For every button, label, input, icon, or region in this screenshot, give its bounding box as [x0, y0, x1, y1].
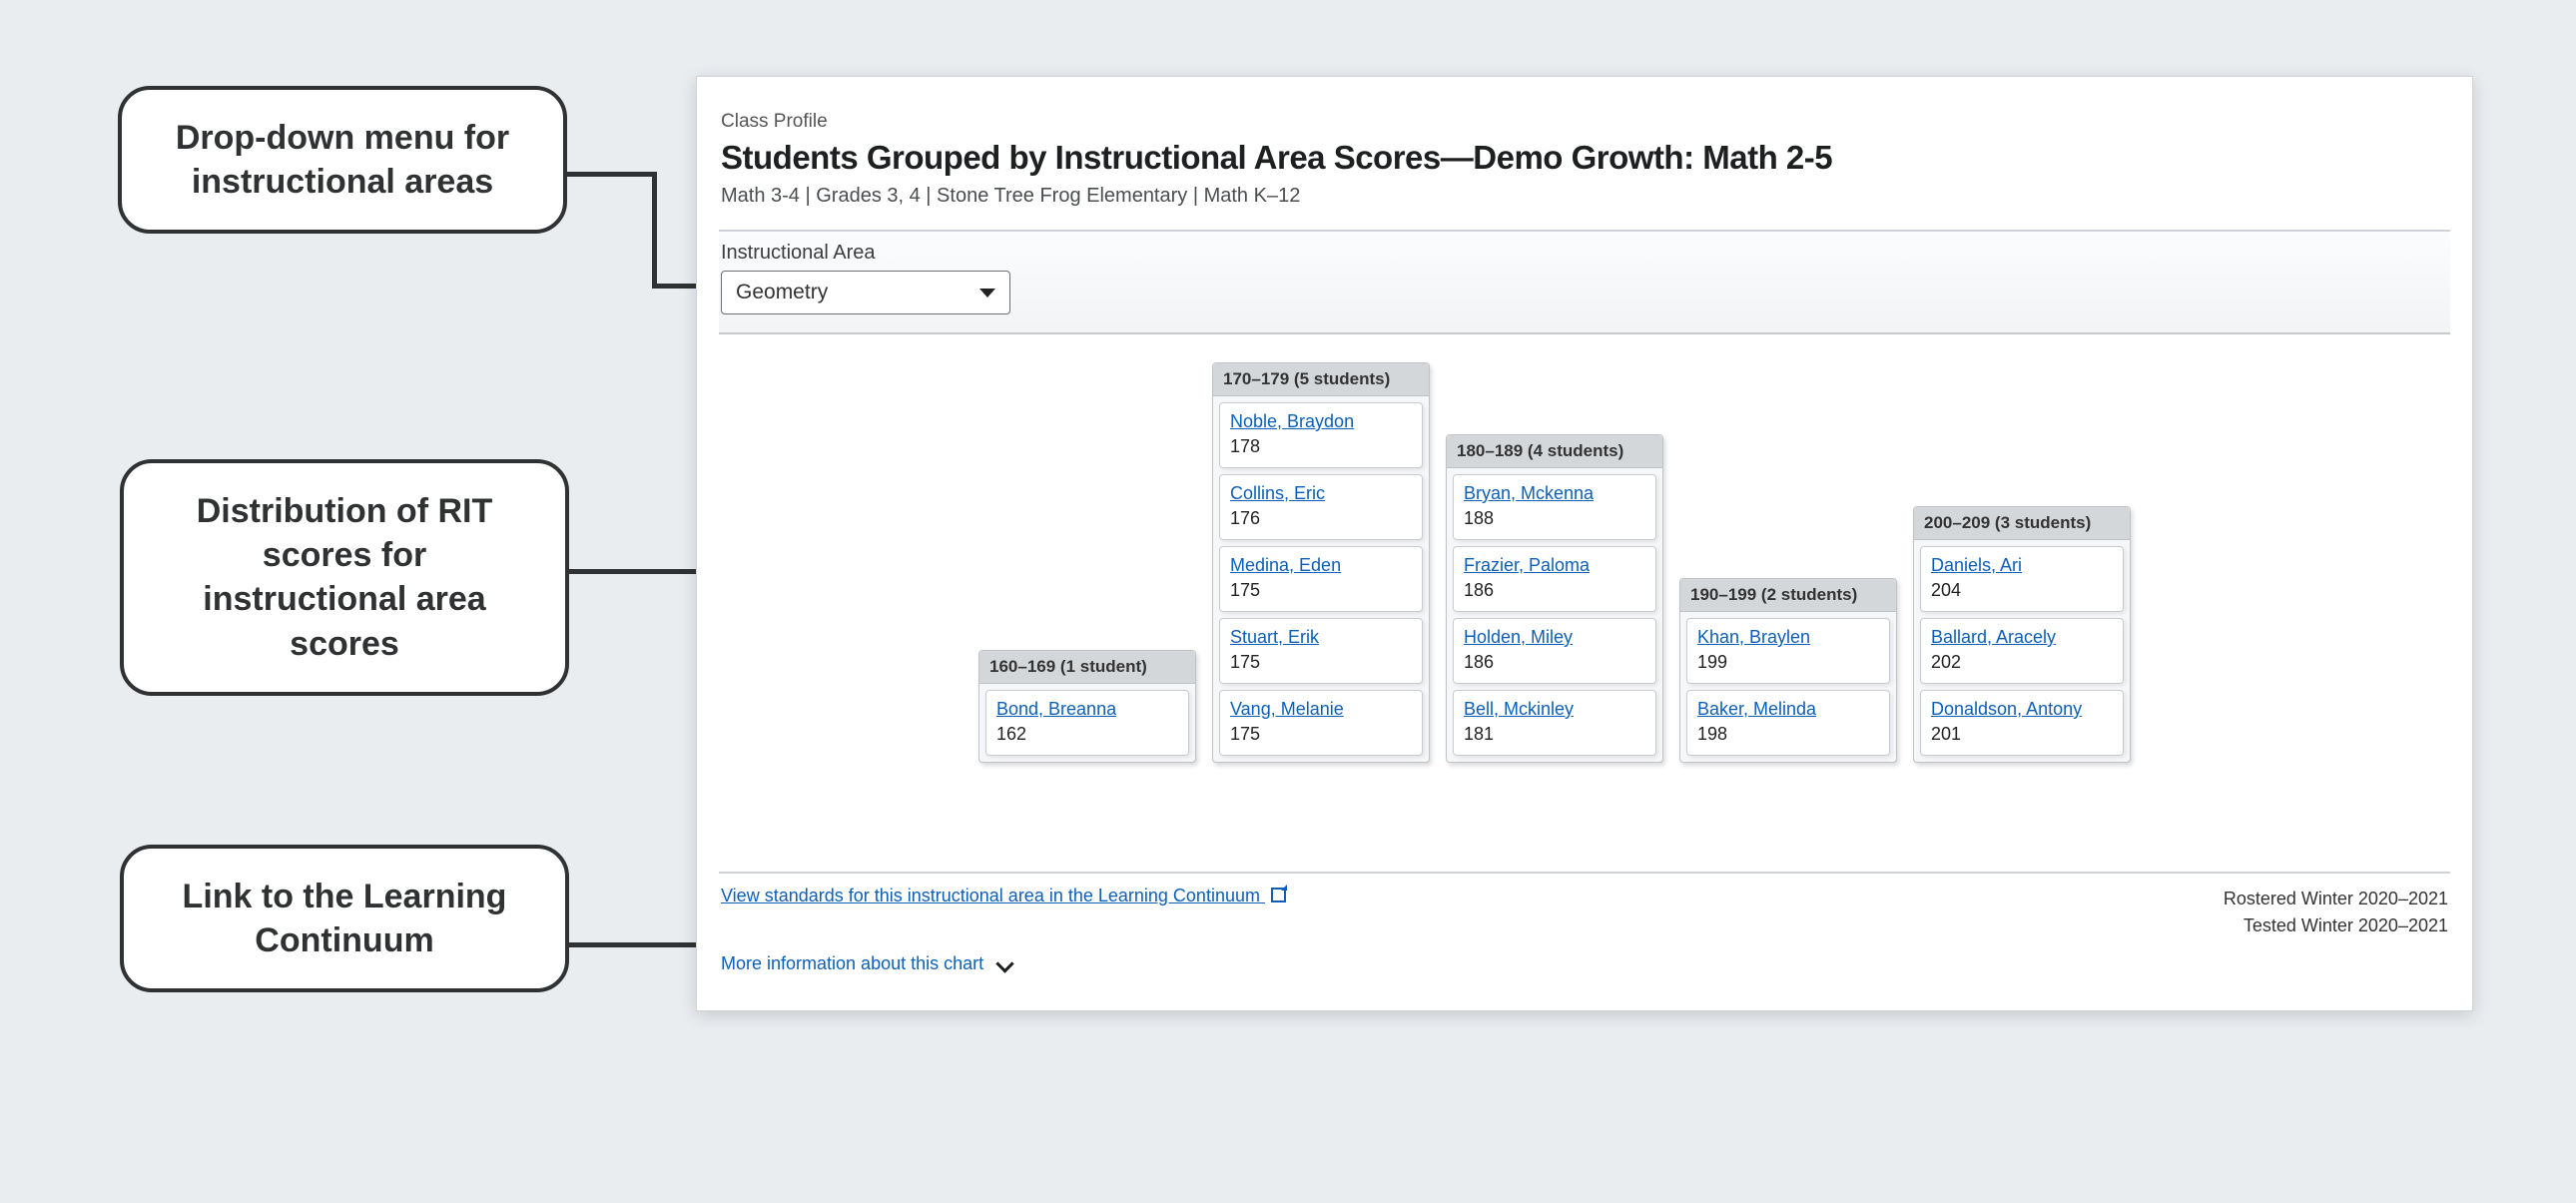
- score-band: 170–179 (5 students) Noble, Braydon 178 Col…: [1212, 362, 1430, 763]
- student-card: Holden, Miley 186: [1453, 618, 1656, 684]
- band-header: 180–189 (4 students): [1447, 435, 1662, 468]
- student-name-link[interactable]: Collins, Eric: [1230, 483, 1412, 504]
- chevron-down-icon: [995, 955, 1013, 973]
- student-score: 186: [1464, 580, 1645, 601]
- term-info: Rostered Winter 2020–2021 Tested Winter …: [2224, 886, 2448, 939]
- score-band: 200–209 (3 students) Daniels, Ari 204 Balla…: [1913, 506, 2131, 763]
- student-score: 186: [1464, 652, 1645, 673]
- student-name-link[interactable]: Khan, Braylen: [1697, 627, 1879, 648]
- instructional-area-bar: Instructional Area Geometry: [719, 230, 2450, 334]
- band-body: Bond, Breanna 162: [979, 684, 1195, 762]
- caret-down-icon: [979, 289, 995, 298]
- rit-distribution-chart: 160–169 (1 student) Bond, Breanna 162 170–1…: [719, 334, 2450, 874]
- more-info-label: More information about this chart: [721, 953, 983, 974]
- student-card: Bond, Breanna 162: [985, 690, 1189, 756]
- score-band: 180–189 (4 students) Bryan, Mckenna 188 Fra…: [1446, 434, 1663, 763]
- student-name-link[interactable]: Stuart, Erik: [1230, 627, 1412, 648]
- rostered-term: Rostered Winter 2020–2021: [2224, 886, 2448, 912]
- student-name-link[interactable]: Bond, Breanna: [996, 699, 1178, 720]
- panel-header: Class Profile Students Grouped by Instru…: [719, 99, 2450, 226]
- band-header: 190–199 (2 students): [1680, 579, 1896, 612]
- breadcrumb: Class Profile: [721, 111, 2450, 133]
- student-card: Bryan, Mckenna 188: [1453, 474, 1656, 540]
- dropdown-label: Instructional Area: [721, 242, 2448, 265]
- tested-term: Tested Winter 2020–2021: [2224, 912, 2448, 939]
- student-name-link[interactable]: Bell, Mckinley: [1464, 699, 1645, 720]
- student-card: Frazier, Paloma 186: [1453, 546, 1656, 612]
- student-name-link[interactable]: Medina, Eden: [1230, 555, 1412, 576]
- continuum-link-text: View standards for this instructional ar…: [721, 886, 1260, 905]
- band-body: Bryan, Mckenna188Frazier, Paloma186Holde…: [1447, 468, 1662, 762]
- band-body: Khan, Braylen 199 Baker, Melinda 198: [1680, 612, 1896, 762]
- student-name-link[interactable]: Daniels, Ari: [1931, 555, 2113, 576]
- band-header: 200–209 (3 students): [1914, 507, 2130, 540]
- instructional-area-dropdown[interactable]: Geometry: [721, 271, 1010, 314]
- more-info-toggle[interactable]: More information about this chart: [719, 953, 2450, 988]
- callout-dropdown: Drop-down menu for instructional areas: [118, 86, 567, 234]
- student-score: 202: [1931, 652, 2113, 673]
- student-score: 198: [1697, 724, 1879, 745]
- page-subtitle: Math 3-4 | Grades 3, 4 | Stone Tree Frog…: [721, 185, 2450, 208]
- student-name-link[interactable]: Holden, Miley: [1464, 627, 1645, 648]
- student-score: 176: [1230, 508, 1412, 529]
- dropdown-value: Geometry: [736, 281, 828, 304]
- student-card: Noble, Braydon 178: [1219, 402, 1423, 468]
- external-link-icon: [1271, 888, 1286, 902]
- student-name-link[interactable]: Baker, Melinda: [1697, 699, 1879, 720]
- student-card: Donaldson, Antony 201: [1920, 690, 2124, 756]
- student-card: Khan, Braylen 199: [1686, 618, 1890, 684]
- student-score: 181: [1464, 724, 1645, 745]
- student-score: 175: [1230, 652, 1412, 673]
- student-score: 199: [1697, 652, 1879, 673]
- student-card: Medina, Eden 175: [1219, 546, 1423, 612]
- student-name-link[interactable]: Vang, Melanie: [1230, 699, 1412, 720]
- student-card: Baker, Melinda 198: [1686, 690, 1890, 756]
- callout-distribution: Distribution of RIT scores for instructi…: [120, 459, 569, 696]
- score-band: 190–199 (2 students) Khan, Braylen 199 Bake…: [1679, 578, 1897, 763]
- page-title: Students Grouped by Instructional Area S…: [721, 139, 2450, 177]
- learning-continuum-link[interactable]: View standards for this instructional ar…: [721, 886, 1286, 905]
- band-header: 170–179 (5 students): [1213, 363, 1429, 396]
- student-name-link[interactable]: Ballard, Aracely: [1931, 627, 2113, 648]
- student-card: Stuart, Erik 175: [1219, 618, 1423, 684]
- student-card: Bell, Mckinley 181: [1453, 690, 1656, 756]
- callout-continuum: Link to the Learning Continuum: [120, 845, 569, 992]
- class-profile-panel: Class Profile Students Grouped by Instru…: [696, 76, 2473, 1011]
- student-card: Collins, Eric 176: [1219, 474, 1423, 540]
- student-card: Ballard, Aracely 202: [1920, 618, 2124, 684]
- student-name-link[interactable]: Donaldson, Antony: [1931, 699, 2113, 720]
- score-band: 160–169 (1 student) Bond, Breanna 162: [978, 650, 1196, 763]
- student-score: 201: [1931, 724, 2113, 745]
- student-name-link[interactable]: Noble, Braydon: [1230, 411, 1412, 432]
- student-score: 188: [1464, 508, 1645, 529]
- student-card: Vang, Melanie 175: [1219, 690, 1423, 756]
- student-score: 204: [1931, 580, 2113, 601]
- band-header: 160–169 (1 student): [979, 651, 1195, 684]
- band-body: Daniels, Ari 204 Ballard, Aracely 202 Donald…: [1914, 540, 2130, 762]
- student-score: 178: [1230, 436, 1412, 457]
- student-name-link[interactable]: Frazier, Paloma: [1464, 555, 1645, 576]
- student-score: 175: [1230, 724, 1412, 745]
- student-score: 175: [1230, 580, 1412, 601]
- student-score: 162: [996, 724, 1178, 745]
- student-name-link[interactable]: Bryan, Mckenna: [1464, 483, 1645, 504]
- band-body: Noble, Braydon 178 Collins, Eric 176 Medina,…: [1213, 396, 1429, 762]
- student-card: Daniels, Ari 204: [1920, 546, 2124, 612]
